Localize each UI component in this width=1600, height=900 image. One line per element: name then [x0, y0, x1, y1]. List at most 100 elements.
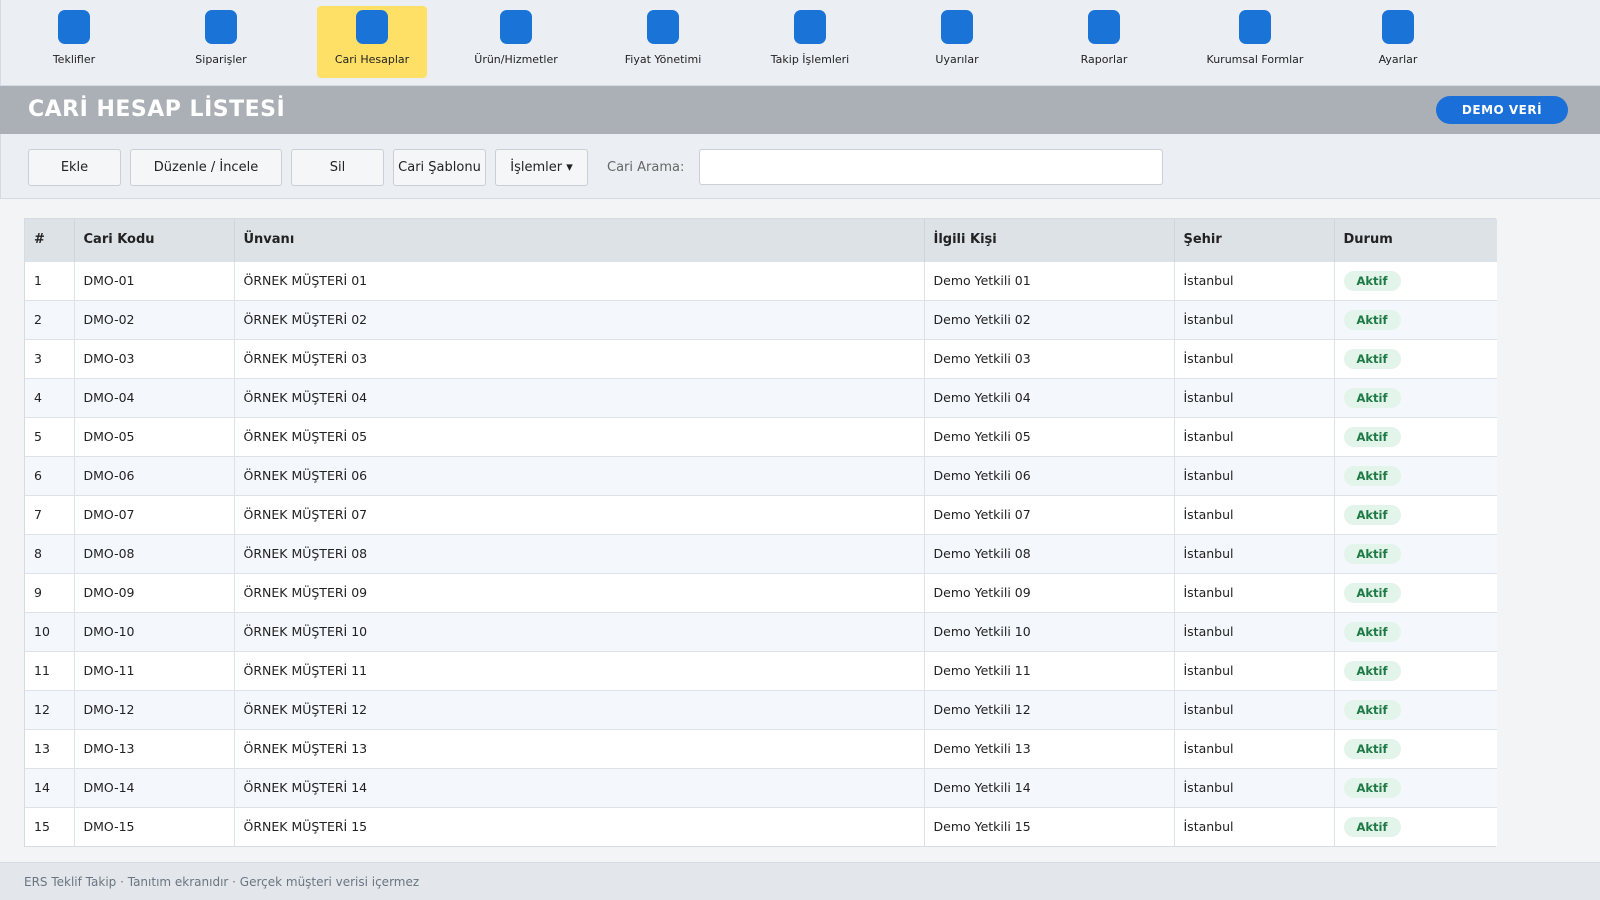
cell-contact: Demo Yetkili 15: [924, 806, 1175, 846]
status-badge: Aktif: [1343, 426, 1401, 447]
cell-status: Aktif: [1334, 338, 1497, 378]
cell-contact: Demo Yetkili 13: [924, 728, 1175, 768]
cell-status: Aktif: [1334, 533, 1497, 573]
cell-code: DMO-10: [74, 611, 235, 651]
status-badge: Aktif: [1343, 543, 1401, 564]
column-header-code[interactable]: Cari Kodu: [74, 219, 235, 261]
nav-item-forms[interactable]: Kurumsal Formlar: [1200, 6, 1310, 78]
cell-number: 5: [25, 416, 75, 456]
actions-dropdown-button[interactable]: İşlemler ▾: [495, 149, 588, 186]
status-badge: Aktif: [1343, 738, 1401, 759]
nav-item-orders[interactable]: Siparişler: [166, 6, 276, 78]
orders-icon: [205, 10, 237, 44]
cell-code: DMO-05: [74, 416, 235, 456]
cell-title: ÖRNEK MÜŞTERİ 13: [234, 728, 925, 768]
table-row[interactable]: 12 DMO-12 ÖRNEK MÜŞTERİ 12 Demo Yetkili 12 İ…: [25, 689, 1497, 729]
cell-contact: Demo Yetkili 06: [924, 455, 1175, 495]
cell-number: 11: [25, 650, 75, 690]
table-row[interactable]: 9 DMO-09 ÖRNEK MÜŞTERİ 09 Demo Yetkili 09 İs…: [25, 572, 1497, 612]
cell-code: DMO-07: [74, 494, 235, 534]
cell-code: DMO-06: [74, 455, 235, 495]
table-row[interactable]: 8 DMO-08 ÖRNEK MÜŞTERİ 08 Demo Yetkili 08 İs…: [25, 533, 1497, 573]
search-label: Cari Arama:: [607, 160, 685, 175]
column-header-title[interactable]: Ünvanı: [234, 219, 925, 261]
nav-item-settings[interactable]: Ayarlar: [1343, 6, 1453, 78]
cell-status: Aktif: [1334, 455, 1497, 495]
nav-item-quotes[interactable]: Teklifler: [19, 6, 129, 78]
cell-number: 6: [25, 455, 75, 495]
cell-title: ÖRNEK MÜŞTERİ 15: [234, 806, 925, 846]
cell-code: DMO-04: [74, 377, 235, 417]
table-row[interactable]: 5 DMO-05 ÖRNEK MÜŞTERİ 05 Demo Yetkili 05 İs…: [25, 416, 1497, 456]
cell-code: DMO-01: [74, 260, 235, 300]
cell-contact: Demo Yetkili 04: [924, 377, 1175, 417]
nav-item-pricing[interactable]: Fiyat Yönetimi: [608, 6, 718, 78]
status-badge: Aktif: [1343, 660, 1401, 681]
pricing-icon: [647, 10, 679, 44]
add-button[interactable]: Ekle: [28, 149, 121, 186]
table-row[interactable]: 2 DMO-02 ÖRNEK MÜŞTERİ 02 Demo Yetkili 02 İs…: [25, 299, 1497, 339]
table-row[interactable]: 13 DMO-13 ÖRNEK MÜŞTERİ 13 Demo Yetkili 13 İ…: [25, 728, 1497, 768]
table-row[interactable]: 3 DMO-03 ÖRNEK MÜŞTERİ 03 Demo Yetkili 03 İs…: [25, 338, 1497, 378]
cell-number: 14: [25, 767, 75, 807]
cell-code: DMO-14: [74, 767, 235, 807]
column-header-number[interactable]: #: [25, 219, 75, 261]
table-row[interactable]: 15 DMO-15 ÖRNEK MÜŞTERİ 15 Demo Yetkili 15 İ…: [25, 806, 1497, 846]
status-badge: Aktif: [1343, 816, 1401, 837]
column-header-contact[interactable]: İlgili Kişi: [924, 219, 1175, 261]
cell-city: İstanbul: [1174, 416, 1335, 456]
accounts-icon: [356, 10, 388, 44]
status-badge: Aktif: [1343, 504, 1401, 525]
nav-item-alerts[interactable]: Uyarılar: [902, 6, 1012, 78]
status-badge: Aktif: [1343, 465, 1401, 486]
nav-item-reports[interactable]: Raporlar: [1049, 6, 1159, 78]
cell-title: ÖRNEK MÜŞTERİ 02: [234, 299, 925, 339]
table-row[interactable]: 4 DMO-04 ÖRNEK MÜŞTERİ 04 Demo Yetkili 04 İs…: [25, 377, 1497, 417]
cell-city: İstanbul: [1174, 767, 1335, 807]
cell-code: DMO-15: [74, 806, 235, 846]
account-template-button[interactable]: Cari Şablonu: [393, 149, 486, 186]
quotes-icon: [58, 10, 90, 44]
status-badge: Aktif: [1343, 699, 1401, 720]
account-search-input[interactable]: [699, 149, 1163, 185]
cell-city: İstanbul: [1174, 338, 1335, 378]
alerts-icon: [941, 10, 973, 44]
cell-title: ÖRNEK MÜŞTERİ 10: [234, 611, 925, 651]
cell-city: İstanbul: [1174, 260, 1335, 300]
table-row[interactable]: 10 DMO-10 ÖRNEK MÜŞTERİ 10 Demo Yetkili 10 İ…: [25, 611, 1497, 651]
cell-city: İstanbul: [1174, 572, 1335, 612]
edit-view-button[interactable]: Düzenle / İncele: [130, 149, 282, 186]
column-header-city[interactable]: Şehir: [1174, 219, 1335, 261]
cell-code: DMO-08: [74, 533, 235, 573]
nav-item-accounts[interactable]: Cari Hesaplar: [317, 6, 427, 78]
cell-title: ÖRNEK MÜŞTERİ 05: [234, 416, 925, 456]
nav-item-label: Fiyat Yönetimi: [624, 53, 702, 66]
cell-city: İstanbul: [1174, 299, 1335, 339]
cell-number: 9: [25, 572, 75, 612]
cell-code: DMO-12: [74, 689, 235, 729]
cell-number: 3: [25, 338, 75, 378]
table-row[interactable]: 11 DMO-11 ÖRNEK MÜŞTERİ 11 Demo Yetkili 11 İ…: [25, 650, 1497, 690]
cell-title: ÖRNEK MÜŞTERİ 03: [234, 338, 925, 378]
table-row[interactable]: 14 DMO-14 ÖRNEK MÜŞTERİ 14 Demo Yetkili 14 İ…: [25, 767, 1497, 807]
footer: ERS Teklif Takip · Tanıtım ekranıdır · G…: [0, 862, 1600, 900]
nav-item-products[interactable]: Ürün/Hizmetler: [461, 6, 571, 78]
cell-number: 13: [25, 728, 75, 768]
nav-item-label: Ürün/Hizmetler: [474, 53, 558, 66]
column-header-status[interactable]: Durum: [1334, 219, 1497, 261]
cell-status: Aktif: [1334, 416, 1497, 456]
demo-data-badge[interactable]: DEMO VERİ: [1436, 96, 1568, 124]
cell-number: 12: [25, 689, 75, 729]
cell-status: Aktif: [1334, 260, 1497, 300]
cell-contact: Demo Yetkili 01: [924, 260, 1175, 300]
cell-number: 15: [25, 806, 75, 846]
cell-number: 2: [25, 299, 75, 339]
nav-item-tracking[interactable]: Takip İşlemleri: [755, 6, 865, 78]
table-row[interactable]: 6 DMO-06 ÖRNEK MÜŞTERİ 06 Demo Yetkili 06 İs…: [25, 455, 1497, 495]
cell-title: ÖRNEK MÜŞTERİ 12: [234, 689, 925, 729]
table-row[interactable]: 7 DMO-07 ÖRNEK MÜŞTERİ 07 Demo Yetkili 07 İs…: [25, 494, 1497, 534]
delete-button[interactable]: Sil: [291, 149, 384, 186]
table-row[interactable]: 1 DMO-01 ÖRNEK MÜŞTERİ 01 Demo Yetkili 01 İs…: [25, 260, 1497, 300]
cell-status: Aktif: [1334, 728, 1497, 768]
footer-text: ERS Teklif Takip · Tanıtım ekranıdır · G…: [24, 875, 420, 889]
